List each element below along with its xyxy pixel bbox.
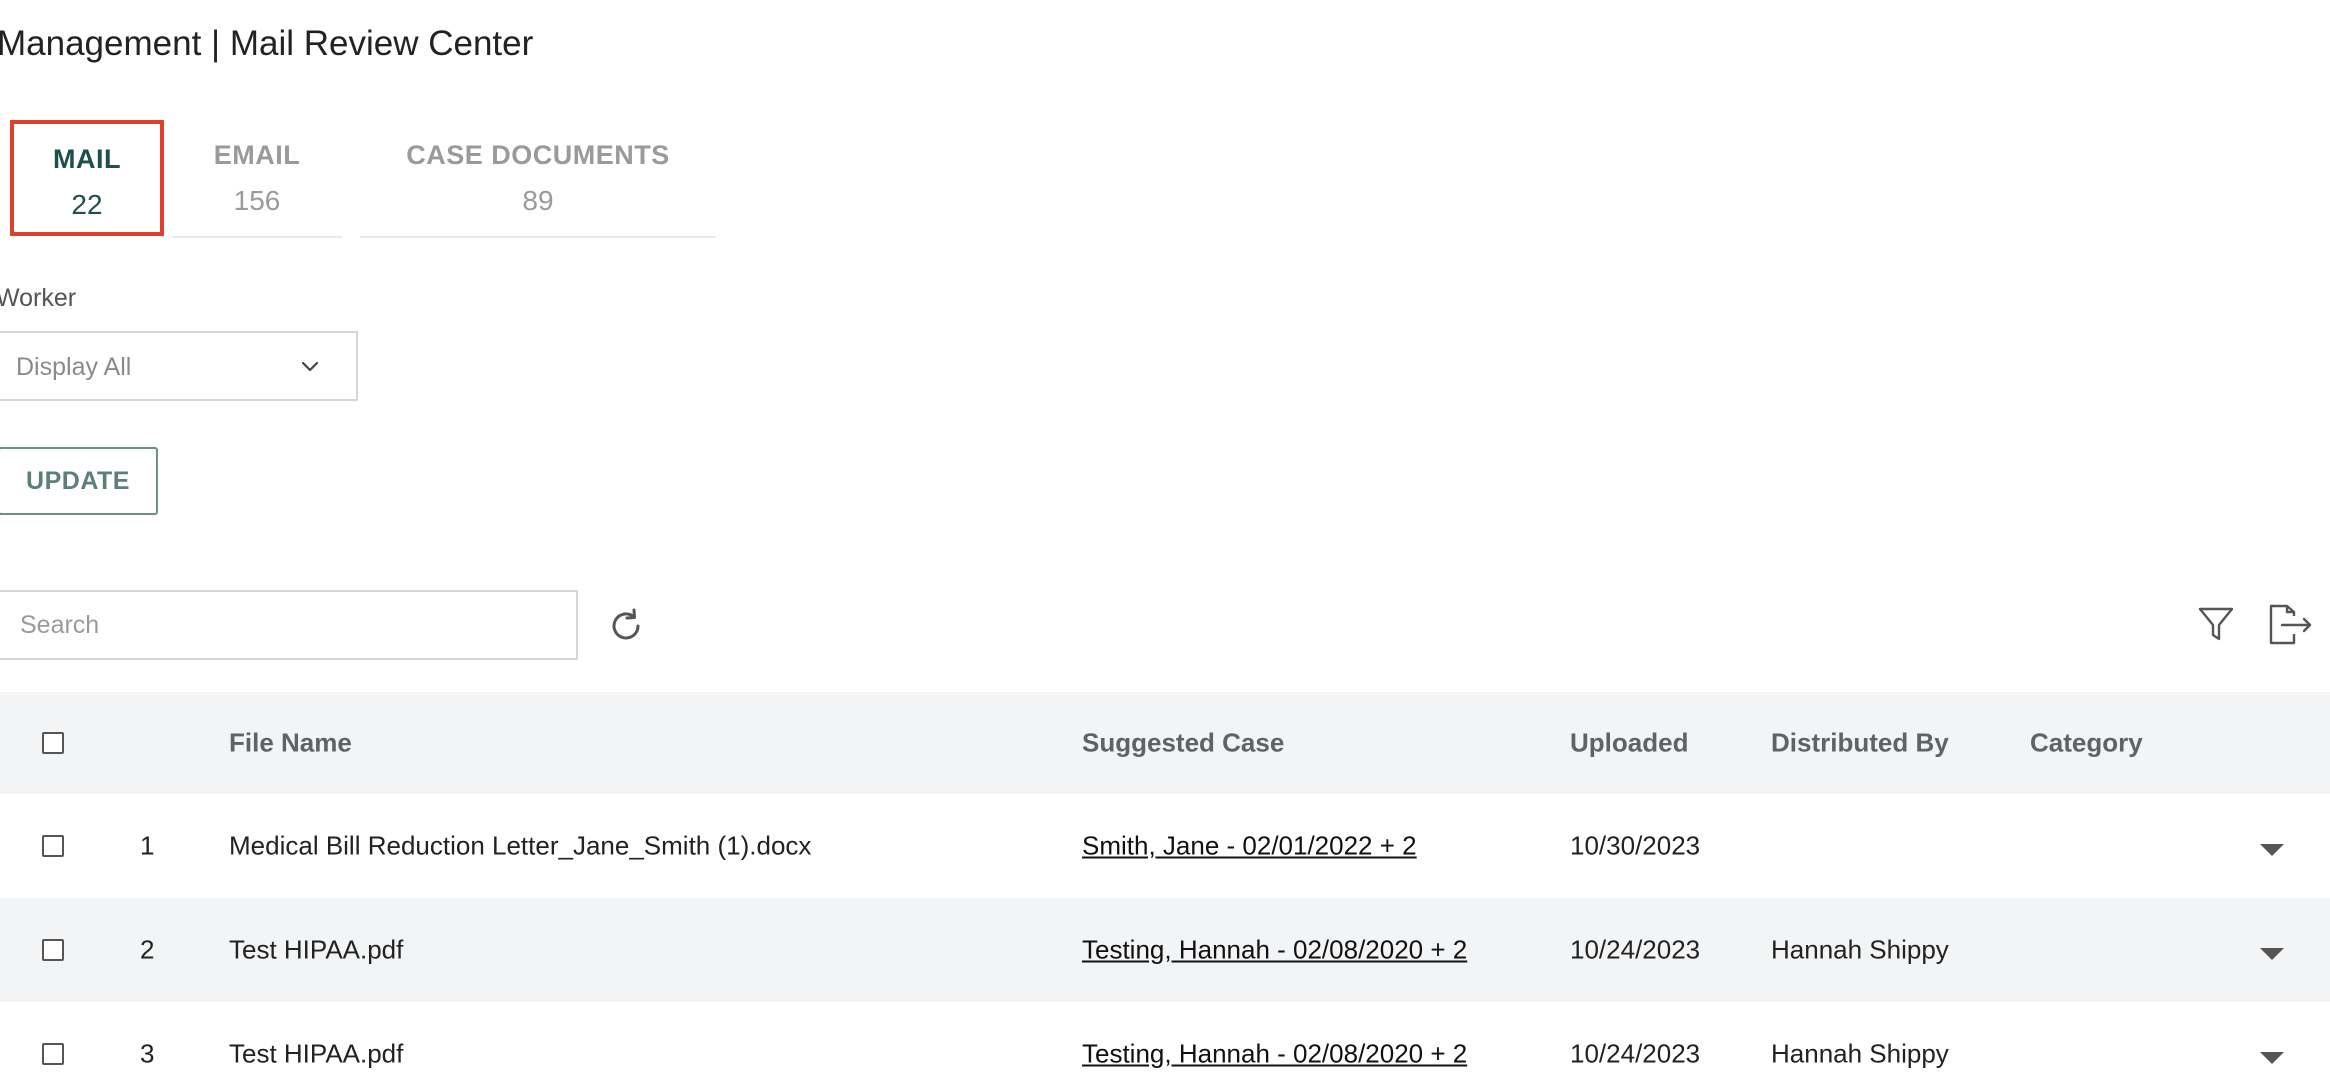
row-checkbox[interactable] <box>42 835 64 857</box>
header-uploaded[interactable]: Uploaded <box>1570 728 1688 759</box>
tab-mail[interactable]: MAIL 22 <box>10 120 164 236</box>
row-number: 2 <box>140 934 155 965</box>
header-file-name[interactable]: File Name <box>229 728 352 759</box>
suggested-case-link[interactable]: Smith, Jane - 02/01/2022 + 2 <box>1082 831 1417 862</box>
row-checkbox[interactable] <box>42 939 64 961</box>
tab-label: CASE DOCUMENTS <box>406 140 670 170</box>
export-icon[interactable] <box>2266 604 2314 646</box>
mail-review-center-page: Management | Mail Review Center MAIL 22 … <box>0 0 2330 1090</box>
worker-select[interactable]: Display All <box>0 331 358 401</box>
file-name: Test HIPAA.pdf <box>229 934 404 965</box>
uploaded-date: 10/24/2023 <box>1570 1038 1701 1069</box>
distributed-by: Hannah Shippy <box>1771 1038 1949 1069</box>
tab-count: 89 <box>522 185 554 216</box>
suggested-case-link[interactable]: Testing, Hannah - 02/08/2020 + 2 <box>1082 935 1467 966</box>
row-number: 3 <box>140 1038 155 1069</box>
tab-count: 22 <box>71 189 103 220</box>
header-distributed-by[interactable]: Distributed By <box>1771 728 1949 759</box>
worker-select-value: Display All <box>16 353 132 381</box>
suggested-case-link[interactable]: Testing, Hannah - 02/08/2020 + 2 <box>1082 1039 1467 1070</box>
tab-label: MAIL <box>53 144 121 174</box>
tab-case-documents[interactable]: CASE DOCUMENTS 89 <box>360 120 716 238</box>
chevron-down-icon <box>301 361 319 372</box>
refresh-icon[interactable] <box>606 606 646 646</box>
table-row: 2 Test HIPAA.pdf Testing, Hannah - 02/08… <box>0 898 2330 1002</box>
tab-email[interactable]: EMAIL 156 <box>172 120 342 238</box>
table-row: 1 Medical Bill Reduction Letter_Jane_Smi… <box>0 794 2330 898</box>
uploaded-date: 10/30/2023 <box>1570 830 1701 861</box>
row-number: 1 <box>140 830 155 861</box>
search-input[interactable] <box>0 590 578 660</box>
row-checkbox[interactable] <box>42 1043 64 1065</box>
mail-table: File Name Suggested Case Uploaded Distri… <box>0 692 2330 1090</box>
caret-down-icon[interactable] <box>2260 948 2284 960</box>
page-title: Management | Mail Review Center <box>0 24 534 63</box>
file-name: Test HIPAA.pdf <box>229 1038 404 1069</box>
tab-bar: MAIL 22 EMAIL 156 CASE DOCUMENTS 89 <box>0 120 720 240</box>
tab-count: 156 <box>233 185 281 216</box>
uploaded-date: 10/24/2023 <box>1570 934 1701 965</box>
caret-down-icon[interactable] <box>2260 844 2284 856</box>
caret-down-icon[interactable] <box>2260 1052 2284 1064</box>
select-all-checkbox[interactable] <box>42 732 64 754</box>
distributed-by: Hannah Shippy <box>1771 934 1949 965</box>
worker-label: Worker <box>0 284 77 312</box>
filter-icon[interactable] <box>2196 604 2236 644</box>
header-category[interactable]: Category <box>2030 728 2143 759</box>
table-row: 3 Test HIPAA.pdf Testing, Hannah - 02/08… <box>0 1002 2330 1090</box>
table-header: File Name Suggested Case Uploaded Distri… <box>0 692 2330 794</box>
update-button[interactable]: UPDATE <box>0 447 158 515</box>
tab-label: EMAIL <box>213 140 301 170</box>
file-name: Medical Bill Reduction Letter_Jane_Smith… <box>229 830 812 861</box>
header-suggested-case[interactable]: Suggested Case <box>1082 728 1284 759</box>
